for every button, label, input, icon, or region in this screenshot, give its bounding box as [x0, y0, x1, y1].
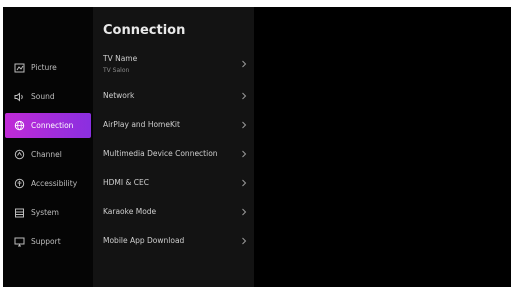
tv-name-row[interactable]: TV Name TV Salon [103, 54, 248, 74]
row-label: Network [103, 91, 135, 100]
row-label: Karaoke Mode [103, 207, 157, 216]
row-label: Mobile App Download [103, 236, 185, 245]
sidebar-item-label: Sound [31, 92, 55, 101]
channel-icon [13, 149, 25, 161]
chevron-right-icon [240, 60, 248, 68]
chevron-right-icon [240, 179, 248, 187]
network-row[interactable]: Network [103, 91, 248, 100]
sidebar-item-picture[interactable]: Picture [5, 55, 91, 80]
support-icon [13, 236, 25, 248]
settings-sidebar: Picture Sound Connection Channel Accessi… [3, 7, 93, 287]
tv-screen: Picture Sound Connection Channel Accessi… [3, 7, 511, 287]
connection-panel: Connection TV Name TV Salon Network AirP… [93, 7, 254, 287]
tv-name-text: TV Name TV Salon [103, 54, 137, 74]
karaoke-mode-row[interactable]: Karaoke Mode [103, 207, 248, 216]
mobile-app-download-row[interactable]: Mobile App Download [103, 236, 248, 245]
sidebar-item-channel[interactable]: Channel [5, 142, 91, 167]
row-label: AirPlay and HomeKit [103, 120, 180, 129]
sidebar-item-support[interactable]: Support [5, 229, 91, 254]
sound-icon [13, 91, 25, 103]
sidebar-item-label: Support [31, 237, 61, 246]
airplay-homekit-row[interactable]: AirPlay and HomeKit [103, 120, 248, 129]
page-title: Connection [103, 23, 186, 38]
sidebar-item-connection[interactable]: Connection [5, 113, 91, 138]
row-value: TV Salon [103, 67, 130, 74]
chevron-right-icon [240, 121, 248, 129]
row-label: TV Name [103, 54, 138, 63]
row-label: Multimedia Device Connection [103, 149, 218, 158]
sidebar-item-system[interactable]: System [5, 200, 91, 225]
sidebar-item-label: System [31, 208, 59, 217]
sidebar-item-sound[interactable]: Sound [5, 84, 91, 109]
picture-icon [13, 62, 25, 74]
sidebar-item-label: Picture [31, 63, 57, 72]
row-label: HDMI & CEC [103, 178, 149, 187]
sidebar-item-label: Accessibility [31, 179, 78, 188]
system-icon [13, 207, 25, 219]
chevron-right-icon [240, 237, 248, 245]
hdmi-cec-row[interactable]: HDMI & CEC [103, 178, 248, 187]
connection-icon [13, 120, 25, 132]
sidebar-item-label: Connection [31, 121, 74, 130]
sidebar-item-label: Channel [31, 150, 62, 159]
chevron-right-icon [240, 92, 248, 100]
chevron-right-icon [240, 208, 248, 216]
sidebar-item-accessibility[interactable]: Accessibility [5, 171, 91, 196]
content-area [254, 7, 511, 287]
accessibility-icon [13, 178, 25, 190]
chevron-right-icon [240, 150, 248, 158]
multimedia-device-connection-row[interactable]: Multimedia Device Connection [103, 149, 248, 158]
